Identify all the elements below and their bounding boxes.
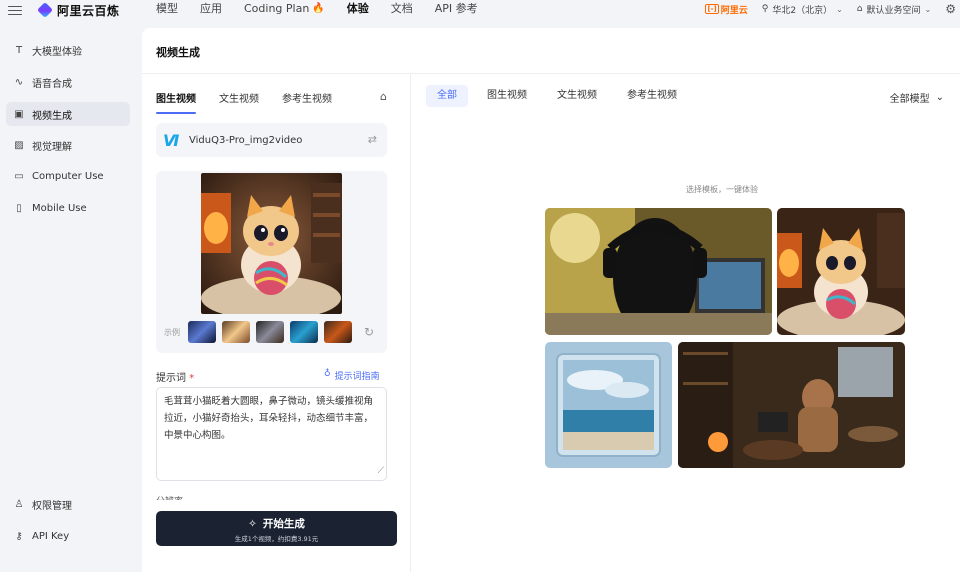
aliyun-logo[interactable]: [-] 阿里云 <box>705 3 748 16</box>
example-label: 示例 <box>164 327 180 337</box>
divider <box>142 73 960 74</box>
model-filter[interactable]: 全部模型 ⌄ <box>890 90 944 105</box>
page-title: 视频生成 <box>156 46 200 59</box>
tab-reference-to-video[interactable]: 参考生视频 <box>282 90 332 105</box>
refresh-icon[interactable]: ↻ <box>364 325 374 339</box>
sidebar-item-vision[interactable]: ▨ 视觉理解 <box>6 133 130 157</box>
sidebar-item-llm[interactable]: T 大模型体验 <box>6 38 130 62</box>
logo-icon <box>37 2 53 18</box>
top-nav: 模型 应用 Coding Plan 🔥 体验 文档 API 参考 <box>156 0 500 18</box>
generate-button[interactable]: ✧ 开始生成 生成1个视频，约扣费3.91元 <box>156 511 397 546</box>
nav-coding-plan[interactable]: Coding Plan 🔥 <box>244 0 325 18</box>
gallery-item[interactable] <box>545 342 672 468</box>
example-thumb[interactable] <box>188 321 216 343</box>
chevron-down-icon: ⌄ <box>935 92 944 103</box>
model-name: ViduQ3-Pro_img2video <box>189 134 303 146</box>
tab-all[interactable]: 全部 <box>426 85 468 107</box>
template-hint: 选择模板，一键体验 <box>686 185 758 194</box>
sidebar-item-video[interactable]: ▣ 视频生成 <box>6 102 130 126</box>
flame-icon: 🔥 <box>312 3 325 14</box>
sidebar-item-mobile-use[interactable]: ▯ Mobile Use <box>6 196 130 220</box>
image-icon: ▨ <box>14 139 24 151</box>
prompt-text: 毛茸茸小猫眨着大圆眼，鼻子微动，镜头缓推视角拉近，小猫好奇抬头，耳朵轻抖，动态细… <box>164 396 374 441</box>
text-icon: T <box>15 44 23 56</box>
tab-image-to-video[interactable]: 图生视频 <box>476 85 538 107</box>
video-icon: ▣ <box>14 108 24 120</box>
nav-models[interactable]: 模型 <box>156 0 178 18</box>
example-row: 示例 ↻ <box>164 321 374 343</box>
gallery-item[interactable] <box>545 208 772 335</box>
sidebar-item-api-key[interactable]: ⚷ API Key <box>6 524 130 548</box>
example-thumb[interactable] <box>324 321 352 343</box>
prompt-label: 提示词 * <box>156 373 195 384</box>
settings-icon[interactable]: ⚙ <box>945 2 956 16</box>
nav-docs[interactable]: 文档 <box>391 0 413 18</box>
workspace-selector[interactable]: ⌂ 默认业务空间 ⌄ <box>857 3 931 16</box>
brand-name: 阿里云百炼 <box>57 3 120 18</box>
generate-cost: 生成1个视频，约扣费3.91元 <box>234 535 319 543</box>
waveform-icon: ∿ <box>14 76 24 88</box>
resolution-label: 分辨率 <box>156 494 183 500</box>
example-thumb[interactable] <box>222 321 250 343</box>
user-icon: ♙ <box>14 498 24 510</box>
chevron-down-icon: ⌄ <box>924 4 932 14</box>
chevron-down-icon: ⌄ <box>836 4 843 14</box>
uploaded-image <box>201 173 342 314</box>
location-icon: ⚲ <box>761 4 769 14</box>
example-thumb[interactable] <box>256 321 284 343</box>
tab-image-to-video[interactable]: 图生视频 <box>156 90 196 114</box>
sidebar: T 大模型体验 ∿ 语音合成 ▣ 视频生成 ▨ 视觉理解 ▭ Computer Use ▯… <box>0 28 140 572</box>
magic-wand-icon: ✧ <box>248 517 257 530</box>
region-selector[interactable]: ⚲ 华北2（北京） ⌄ <box>762 3 843 16</box>
model-selector[interactable]: VI ViduQ3-Pro_img2video ⇄ <box>156 123 387 157</box>
mobile-icon: ▯ <box>16 202 22 214</box>
monitor-icon: ▭ <box>14 170 24 182</box>
mode-tabs: 图生视频 文生视频 参考生视频 <box>156 90 332 114</box>
main-panel: 视频生成 图生视频 文生视频 参考生视频 ⌂ VI ViduQ3-Pro_img… <box>142 28 960 572</box>
divider <box>410 74 411 572</box>
nav-experience[interactable]: 体验 <box>347 0 369 18</box>
nav-apps[interactable]: 应用 <box>200 0 222 18</box>
sidebar-item-computer-use[interactable]: ▭ Computer Use <box>6 164 130 188</box>
top-right-bar: [-] 阿里云 ⚲ 华北2（北京） ⌄ ⌂ 默认业务空间 ⌄ ⚙ <box>705 0 956 18</box>
nav-api-reference[interactable]: API 参考 <box>435 0 478 18</box>
image-upload-area[interactable]: 示例 ↻ <box>156 171 387 353</box>
gallery-item[interactable] <box>678 342 905 468</box>
home-icon: ⌂ <box>856 4 863 14</box>
tab-text-to-video[interactable]: 文生视频 <box>219 90 259 105</box>
top-bar: 阿里云百炼 模型 应用 Coding Plan 🔥 体验 文档 API 参考 [-… <box>0 0 960 28</box>
brand-logo[interactable]: 阿里云百炼 <box>37 0 120 20</box>
lightbulb-icon: ♁ <box>324 369 331 379</box>
prompt-textarea[interactable]: 毛茸茸小猫眨着大圆眼，鼻子微动，镜头缓推视角拉近，小猫好奇抬头，耳朵轻抖，动态细… <box>156 387 387 481</box>
share-icon[interactable]: ⌂ <box>380 90 387 103</box>
vidu-logo-icon: VI <box>163 130 179 150</box>
key-icon: ⚷ <box>15 530 23 542</box>
swap-icon[interactable]: ⇄ <box>368 133 377 146</box>
resize-handle-icon[interactable]: ⟋ <box>378 463 384 480</box>
menu-icon[interactable] <box>8 3 22 17</box>
sidebar-item-tts[interactable]: ∿ 语音合成 <box>6 70 130 94</box>
tab-reference-to-video[interactable]: 参考生视频 <box>616 85 688 107</box>
tab-text-to-video[interactable]: 文生视频 <box>546 85 608 107</box>
gallery-tabs: 全部 图生视频 文生视频 参考生视频 <box>426 85 696 107</box>
prompt-guide-link[interactable]: ♁ 提示词指南 <box>324 369 380 382</box>
gallery-item[interactable] <box>777 208 905 335</box>
aliyun-mark-icon: [-] <box>705 4 719 14</box>
sidebar-item-permissions[interactable]: ♙ 权限管理 <box>6 492 130 516</box>
example-thumb[interactable] <box>290 321 318 343</box>
